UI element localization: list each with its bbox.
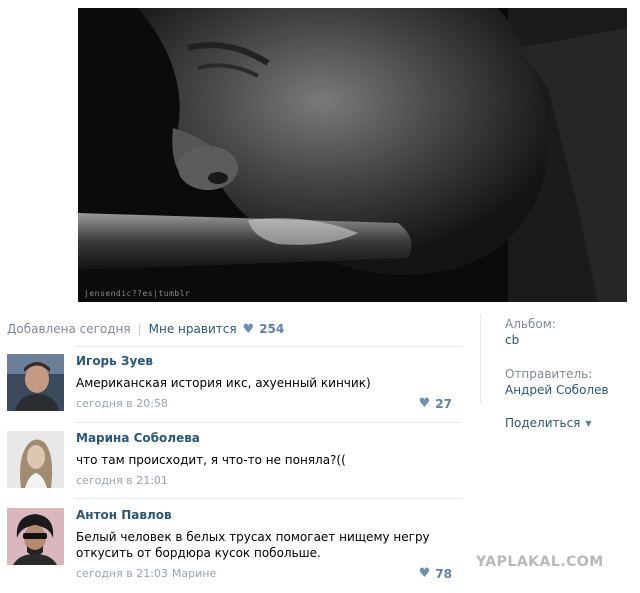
comment-divider <box>75 422 462 423</box>
comment-item: Игорь Зуев Американская история икс, аху… <box>7 354 462 414</box>
comment-author[interactable]: Игорь Зуев <box>76 354 462 369</box>
avatar[interactable] <box>7 508 64 565</box>
post-photo[interactable]: jensendic??es|tumblr <box>78 8 627 302</box>
sender-label: Отправитель: <box>505 367 593 381</box>
comment-time[interactable]: сегодня в 21:01 <box>76 474 168 488</box>
photo-info-row: Добавлена сегодня | Мне нравится ♥ 254 <box>7 320 477 338</box>
comment-like-button[interactable]: ♥ 78 <box>419 566 452 581</box>
comment-meta: сегодня в 21:01 <box>76 474 462 488</box>
comment-body: Марина Соболева что там происходит, я чт… <box>76 431 462 488</box>
caret-down-icon: ▼ <box>585 418 592 428</box>
comment-like-button[interactable]: ♥ 27 <box>419 396 452 411</box>
photo-watermark: jensendic??es|tumblr <box>84 289 191 298</box>
avatar[interactable] <box>7 354 64 411</box>
comment-like-count: 27 <box>435 396 452 411</box>
comment-text: Американская история икс, ахуенный кинчи… <box>76 376 371 390</box>
heart-icon[interactable]: ♥ <box>243 322 255 337</box>
comment-author[interactable]: Марина Соболева <box>76 431 462 446</box>
photo-sidebar: Альбом: cb Отправитель: Андрей Соболев П… <box>505 316 635 430</box>
album-link[interactable]: cb <box>505 332 635 348</box>
comment-author[interactable]: Антон Павлов <box>76 508 462 523</box>
heart-icon: ♥ <box>418 566 431 581</box>
like-button[interactable]: Мне нравится <box>149 322 237 336</box>
share-button[interactable]: Поделиться ▼ <box>505 416 635 430</box>
comment-reply-to[interactable]: Марине <box>172 567 216 581</box>
album-block: Альбом: cb <box>505 316 635 348</box>
comment-time[interactable]: сегодня в 21:03 <box>76 567 168 581</box>
like-count[interactable]: 254 <box>259 322 284 336</box>
album-label: Альбом: <box>505 317 556 331</box>
share-label: Поделиться <box>505 416 581 430</box>
sidebar-divider <box>480 314 481 404</box>
comment-item: Марина Соболева что там происходит, я чт… <box>7 431 462 491</box>
comment-text: что там происходит, я что-то не поняла?(… <box>76 453 346 467</box>
sender-link[interactable]: Андрей Соболев <box>505 382 635 398</box>
sender-block: Отправитель: Андрей Соболев <box>505 366 635 398</box>
photo-image <box>78 8 627 302</box>
comment-meta: сегодня в 20:58 <box>76 397 462 411</box>
site-watermark: YAPLAKAL.COM <box>476 554 604 570</box>
added-date: Добавлена сегодня <box>7 322 131 336</box>
comment-like-count: 78 <box>435 566 452 581</box>
comment-text: Белый человек в белых трусах помогает ни… <box>76 530 430 560</box>
comment-meta: сегодня в 21:03 Марине <box>76 567 462 581</box>
comment-divider <box>75 498 462 499</box>
comment-item: Антон Павлов Белый человек в белых труса… <box>7 508 462 584</box>
comment-time[interactable]: сегодня в 20:58 <box>76 397 168 411</box>
separator: | <box>137 322 142 336</box>
avatar[interactable] <box>7 431 64 488</box>
comment-body: Игорь Зуев Американская история икс, аху… <box>76 354 462 411</box>
comment-body: Антон Павлов Белый человек в белых труса… <box>76 508 462 581</box>
heart-icon: ♥ <box>418 396 431 411</box>
comments-divider-top <box>75 346 462 347</box>
